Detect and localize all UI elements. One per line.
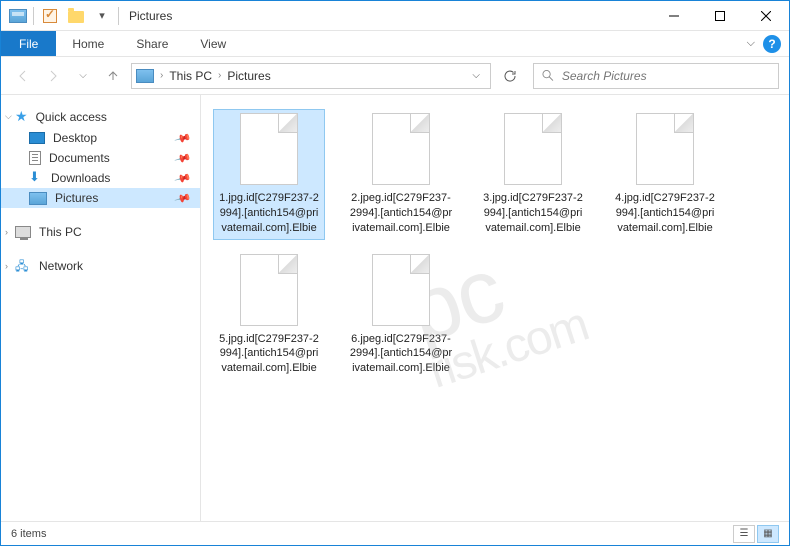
chevron-right-icon[interactable]: ›	[5, 261, 8, 271]
icons-view-button[interactable]: ▦	[757, 525, 779, 543]
address-dropdown-icon[interactable]: ⌵	[472, 70, 480, 81]
app-icon	[9, 9, 27, 23]
file-item[interactable]: 1.jpg.id[C279F237-2994].[antich154@priva…	[213, 109, 325, 240]
minimize-button[interactable]	[651, 1, 697, 31]
file-icon	[372, 113, 430, 185]
file-item[interactable]: 3.jpg.id[C279F237-2994].[antich154@priva…	[477, 109, 589, 240]
search-box[interactable]	[533, 63, 779, 89]
titlebar: ▾ Pictures	[1, 1, 789, 31]
pin-icon: 📌	[174, 189, 192, 207]
chevron-right-icon[interactable]: ›	[160, 70, 163, 81]
pictures-icon	[29, 192, 47, 205]
qat-new-folder[interactable]	[66, 6, 86, 26]
desktop-icon	[29, 132, 45, 144]
download-icon	[29, 171, 43, 185]
file-tab[interactable]: File	[1, 31, 56, 56]
sidebar-label: Network	[39, 259, 83, 273]
chevron-right-icon[interactable]: ›	[218, 70, 221, 81]
file-item[interactable]: 5.jpg.id[C279F237-2994].[antich154@priva…	[213, 250, 325, 381]
tab-home[interactable]: Home	[56, 31, 120, 56]
star-icon: ★	[15, 108, 28, 125]
pin-icon: 📌	[174, 129, 192, 147]
files-pane[interactable]: pcrisk.com 1.jpg.id[C279F237-2994].[anti…	[201, 95, 789, 521]
sidebar-item-label: Documents	[49, 151, 110, 165]
back-button[interactable]	[11, 64, 35, 88]
ribbon: File Home Share View ⌵ ?	[1, 31, 789, 57]
qat-properties[interactable]	[40, 6, 60, 26]
breadcrumb-item[interactable]: This PC	[169, 69, 212, 83]
details-view-button[interactable]: ☰	[733, 525, 755, 543]
tab-share[interactable]: Share	[120, 31, 184, 56]
recent-dropdown[interactable]: ⌵	[71, 64, 95, 88]
sidebar-item-pictures[interactable]: Pictures 📌	[1, 188, 200, 208]
document-icon	[29, 151, 41, 165]
forward-button[interactable]	[41, 64, 65, 88]
pin-icon: 📌	[174, 149, 192, 167]
sidebar-network[interactable]: › Network	[1, 256, 200, 276]
qat-customize[interactable]: ▾	[92, 6, 112, 26]
file-name: 5.jpg.id[C279F237-2994].[antich154@priva…	[217, 332, 321, 377]
help-icon[interactable]: ?	[763, 35, 781, 53]
tab-view[interactable]: View	[184, 31, 242, 56]
file-item[interactable]: 2.jpeg.id[C279F237-2994].[antich154@priv…	[345, 109, 457, 240]
breadcrumb-item[interactable]: Pictures	[227, 69, 270, 83]
pc-icon	[15, 226, 31, 238]
file-name: 6.jpeg.id[C279F237-2994].[antich154@priv…	[349, 332, 453, 377]
item-count: 6 items	[11, 528, 46, 540]
file-item[interactable]: 6.jpeg.id[C279F237-2994].[antich154@priv…	[345, 250, 457, 381]
file-icon	[636, 113, 694, 185]
file-name: 3.jpg.id[C279F237-2994].[antich154@priva…	[481, 191, 585, 236]
expand-ribbon-icon[interactable]: ⌵	[747, 37, 755, 50]
close-button[interactable]	[743, 1, 789, 31]
search-icon	[542, 69, 554, 82]
maximize-button[interactable]	[697, 1, 743, 31]
file-icon	[240, 113, 298, 185]
sidebar-item-desktop[interactable]: Desktop 📌	[1, 128, 200, 148]
sidebar-item-label: Downloads	[51, 171, 110, 185]
file-icon	[240, 254, 298, 326]
navbar: ⌵ › This PC › Pictures ⌵	[1, 57, 789, 95]
file-icon	[372, 254, 430, 326]
pin-icon: 📌	[174, 169, 192, 187]
file-name: 4.jpg.id[C279F237-2994].[antich154@priva…	[613, 191, 717, 236]
file-item[interactable]: 4.jpg.id[C279F237-2994].[antich154@priva…	[609, 109, 721, 240]
chevron-right-icon[interactable]: ›	[5, 227, 8, 237]
sidebar-quick-access[interactable]: ⌵ ★ Quick access	[1, 105, 200, 128]
statusbar: 6 items ☰ ▦	[1, 521, 789, 545]
window-title: Pictures	[129, 9, 172, 23]
sidebar-item-downloads[interactable]: Downloads 📌	[1, 168, 200, 188]
refresh-button[interactable]	[497, 63, 523, 89]
sidebar-label: This PC	[39, 225, 82, 239]
file-name: 1.jpg.id[C279F237-2994].[antich154@priva…	[217, 191, 321, 236]
sidebar-this-pc[interactable]: › This PC	[1, 222, 200, 242]
sidebar-label: Quick access	[36, 110, 107, 124]
file-icon	[504, 113, 562, 185]
network-icon	[15, 260, 31, 272]
up-button[interactable]	[101, 64, 125, 88]
sidebar: ⌵ ★ Quick access Desktop 📌 Documents 📌 D…	[1, 95, 201, 521]
sidebar-item-label: Pictures	[55, 191, 98, 205]
search-input[interactable]	[562, 69, 770, 83]
sidebar-item-documents[interactable]: Documents 📌	[1, 148, 200, 168]
breadcrumb[interactable]: › This PC › Pictures ⌵	[131, 63, 491, 89]
chevron-down-icon[interactable]: ⌵	[5, 111, 12, 122]
file-name: 2.jpeg.id[C279F237-2994].[antich154@priv…	[349, 191, 453, 236]
location-icon	[136, 69, 154, 83]
sidebar-item-label: Desktop	[53, 131, 97, 145]
